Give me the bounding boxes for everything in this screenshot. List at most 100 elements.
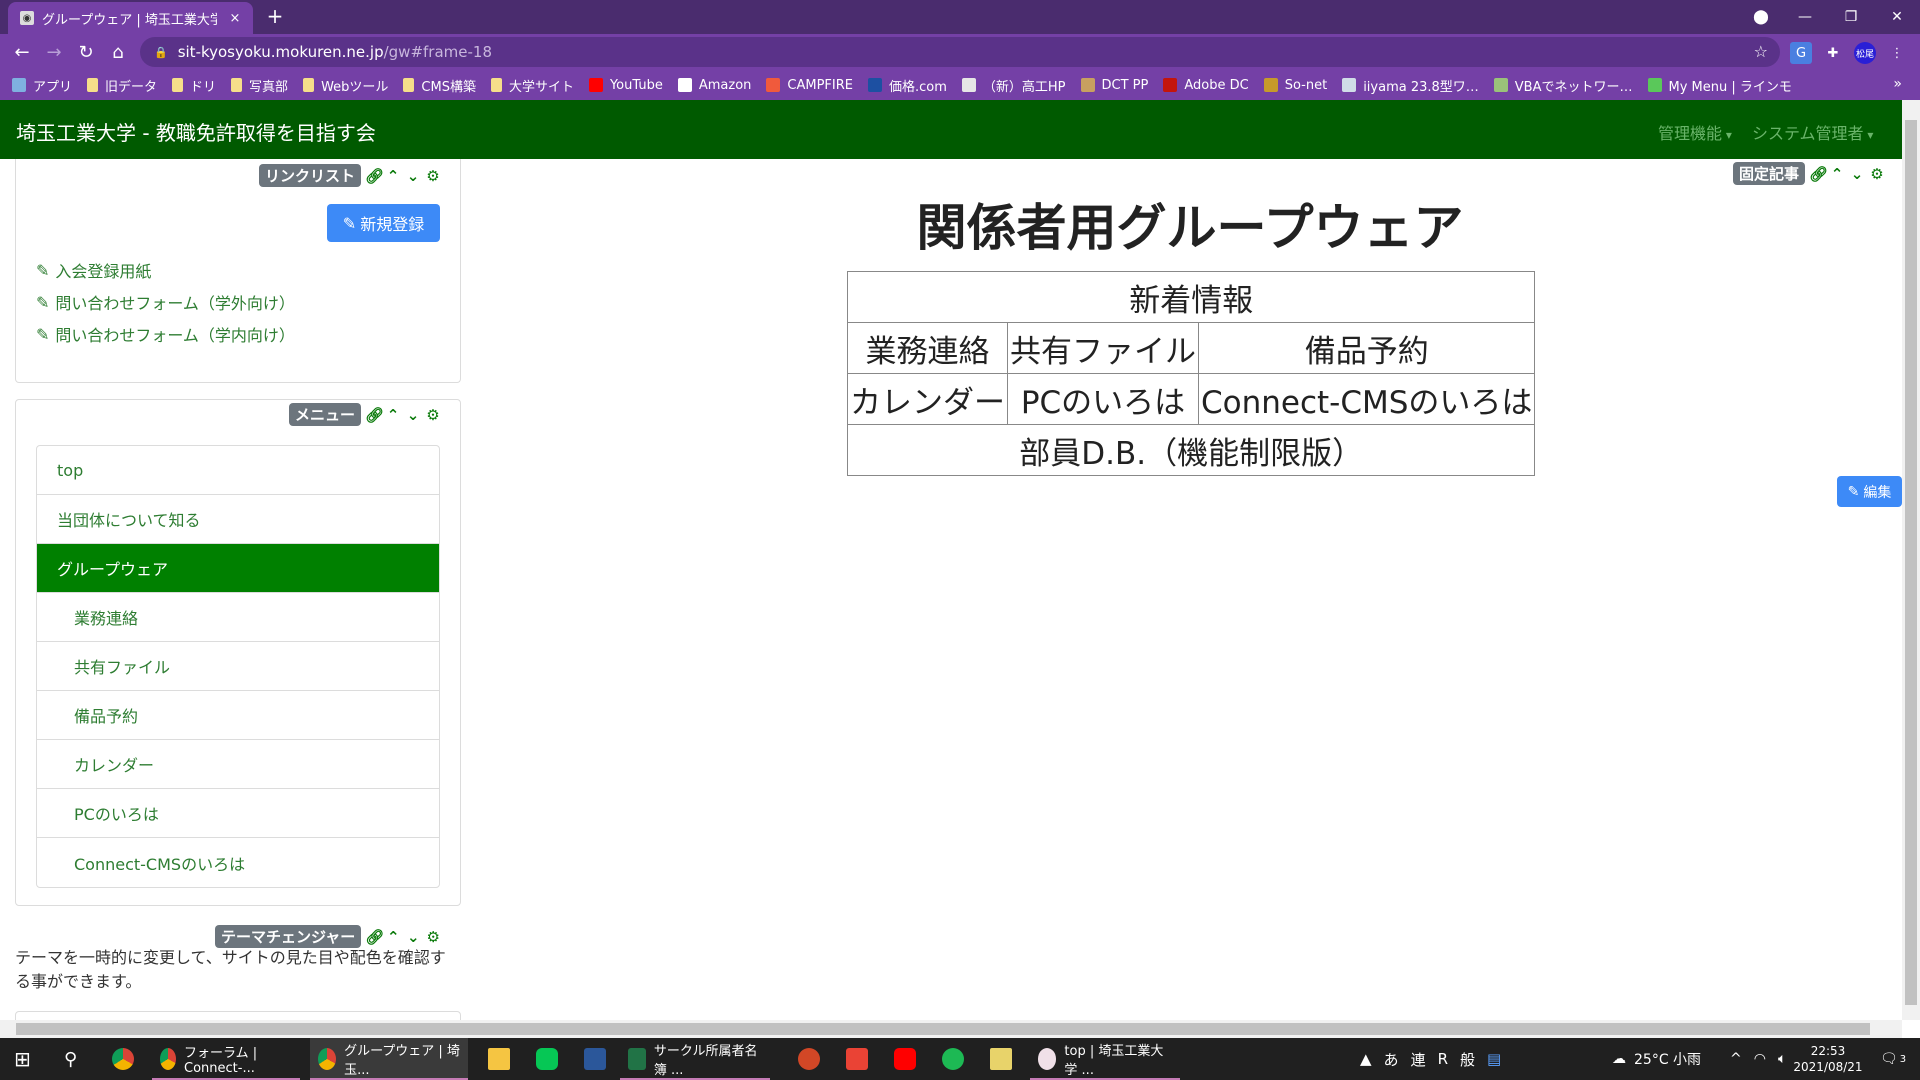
file-explorer-icon[interactable] (480, 1038, 518, 1080)
move-down-icon[interactable]: ⌄ (1849, 165, 1865, 183)
menu-item[interactable]: 共有ファイル (37, 642, 439, 691)
gmail-app-icon[interactable] (838, 1038, 876, 1080)
gear-icon[interactable]: ⚙ (425, 406, 441, 424)
table-cell[interactable]: 共有ファイル (1007, 322, 1199, 374)
extensions-puzzle-icon[interactable]: ✚ (1822, 42, 1844, 64)
clock[interactable]: 22:53 2021/08/21 (1788, 1043, 1868, 1075)
menu-item[interactable]: top (37, 446, 439, 495)
table-cell[interactable]: 業務連絡 (847, 322, 1008, 374)
spotify-app-icon[interactable] (934, 1038, 972, 1080)
tab-close-icon[interactable]: × (225, 11, 245, 26)
notification-center[interactable]: 🗨︎ 3 (1880, 1038, 1906, 1080)
bookmark-item[interactable]: （新）高工HP (961, 76, 1066, 95)
word-app-icon[interactable] (576, 1038, 614, 1080)
link-icon[interactable]: 🔗︎ (1809, 165, 1828, 183)
bookmark-item[interactable]: My Menu | ラインモ (1647, 76, 1792, 95)
bookmark-item[interactable]: ドリ (172, 76, 216, 95)
bookmark-item[interactable]: So-net (1263, 78, 1327, 93)
bookmark-item[interactable]: アプリ (12, 76, 72, 95)
chrome-menu-icon[interactable]: ⋮ (1886, 42, 1908, 64)
bookmark-item[interactable]: Adobe DC (1163, 78, 1249, 93)
member-db-cell[interactable]: 部員D.B.（機能制限版） (846, 424, 1536, 476)
powerpoint-app-icon[interactable] (790, 1038, 828, 1080)
bookmark-item[interactable]: CMS構築 (403, 76, 476, 95)
bookmark-item[interactable]: CAMPFIRE (766, 78, 853, 93)
link-item[interactable]: ✎ 問い合わせフォーム（学外向け） (36, 290, 295, 314)
move-up-icon[interactable]: ⌃ (385, 406, 401, 424)
forward-button[interactable]: → (42, 40, 66, 64)
menu-item[interactable]: 業務連絡 (37, 593, 439, 642)
line-app-icon[interactable] (528, 1038, 566, 1080)
move-up-icon[interactable]: ⌃ (385, 167, 401, 185)
scroll-thumb[interactable] (16, 1023, 1870, 1035)
abc-app-icon[interactable] (982, 1038, 1020, 1080)
system-admin-dropdown[interactable]: システム管理者 (1752, 120, 1873, 144)
restore-button[interactable]: ❐ (1828, 0, 1874, 34)
gear-icon[interactable]: ⚙ (1869, 165, 1885, 183)
new-tab-button[interactable]: + (262, 4, 288, 30)
move-down-icon[interactable]: ⌄ (405, 167, 421, 185)
menu-item[interactable]: カレンダー (37, 740, 439, 789)
admin-functions-dropdown[interactable]: 管理機能 (1658, 120, 1732, 144)
weather-widget[interactable]: ☁ 25°C 小雨 (1612, 1038, 1701, 1080)
chrome-app-icon[interactable] (104, 1038, 142, 1080)
link-icon[interactable]: 🔗︎ (365, 406, 384, 424)
site-brand[interactable]: 埼玉工業大学 - 教職免許取得を目指す会 (16, 117, 376, 146)
bookmark-item[interactable]: Amazon (677, 78, 751, 93)
gear-icon[interactable]: ⚙ (425, 167, 441, 185)
ime-indicators[interactable]: ▲ あ 連 R 般 ▤ (1360, 1038, 1501, 1080)
taskbar-window[interactable]: サークル所属者名簿 ... (620, 1038, 770, 1080)
youtube-app-icon[interactable] (886, 1038, 924, 1080)
address-bar[interactable]: 🔒 sit-kyosyoku.mokuren.ne.jp/gw#frame-18… (140, 37, 1780, 67)
vertical-scrollbar[interactable] (1902, 100, 1920, 1020)
link-item[interactable]: ✎ 入会登録用紙 (36, 258, 151, 282)
browser-tab-active[interactable]: ◉ グループウェア | 埼玉工業大学 × (8, 2, 253, 34)
start-button[interactable]: ⊞ (6, 1038, 39, 1080)
search-icon[interactable]: ⚲ (56, 1038, 85, 1080)
bookmarks-overflow-button[interactable]: » (1893, 76, 1902, 92)
bookmark-item[interactable]: 大学サイト (490, 76, 574, 95)
link-icon[interactable]: 🔗︎ (365, 928, 384, 946)
gear-icon[interactable]: ⚙ (425, 928, 441, 946)
table-cell[interactable]: 備品予約 (1197, 322, 1536, 374)
profile-avatar[interactable]: 松尾 (1854, 42, 1876, 64)
tab-search-icon[interactable]: ⬤ (1738, 0, 1784, 34)
scroll-thumb[interactable] (1905, 120, 1917, 1005)
reload-button[interactable]: ↻ (74, 40, 98, 64)
menu-item[interactable]: 備品予約 (37, 691, 439, 740)
translate-extension-icon[interactable]: G (1790, 42, 1812, 64)
back-button[interactable]: ← (10, 40, 34, 64)
volume-icon[interactable]: 🔈︎ (1778, 1051, 1786, 1067)
table-cell[interactable]: カレンダー (847, 373, 1008, 425)
bookmark-item[interactable]: DCT PP (1080, 78, 1148, 93)
move-up-icon[interactable]: ⌃ (385, 928, 401, 946)
new-registration-button[interactable]: ✎ 新規登録 (327, 204, 440, 242)
wifi-icon[interactable]: ◠ (1754, 1051, 1766, 1067)
bookmark-item[interactable]: Webツール (303, 76, 388, 95)
link-icon[interactable]: 🔗︎ (365, 167, 384, 185)
menu-item[interactable]: 当団体について知る (37, 495, 439, 544)
minimize-button[interactable]: — (1782, 0, 1828, 34)
close-window-button[interactable]: ✕ (1874, 0, 1920, 34)
table-cell[interactable]: PCのいろは (1007, 373, 1199, 425)
link-item[interactable]: ✎ 問い合わせフォーム（学内向け） (36, 322, 295, 346)
home-button[interactable]: ⌂ (106, 40, 130, 64)
horizontal-scrollbar[interactable] (0, 1020, 1902, 1038)
bookmark-item[interactable]: VBAでネットワー… (1493, 76, 1633, 95)
menu-item[interactable]: Connect-CMSのいろは (37, 838, 439, 887)
bookmark-item[interactable]: 写真部 (231, 76, 288, 95)
table-cell[interactable]: Connect-CMSのいろは (1197, 373, 1536, 425)
menu-item[interactable]: PCのいろは (37, 789, 439, 838)
taskbar-window[interactable]: top | 埼玉工業大学 ... (1030, 1038, 1180, 1080)
news-cell[interactable]: 新着情報 (846, 271, 1536, 323)
bookmark-star-icon[interactable]: ☆ (1754, 42, 1768, 61)
bookmark-item[interactable]: 価格.com (867, 76, 947, 95)
bookmark-item[interactable]: 旧データ (87, 76, 157, 95)
taskbar-window[interactable]: フォーラム | Connect-... (152, 1038, 300, 1080)
menu-item-active[interactable]: グループウェア (37, 544, 439, 593)
move-down-icon[interactable]: ⌄ (405, 406, 421, 424)
tray-expand-icon[interactable]: ^ (1730, 1051, 1742, 1067)
edit-button[interactable]: ✎ 編集 (1837, 476, 1902, 507)
taskbar-window-active[interactable]: グループウェア | 埼玉... (310, 1038, 468, 1080)
bookmark-item[interactable]: iiyama 23.8型ワ… (1342, 76, 1479, 95)
